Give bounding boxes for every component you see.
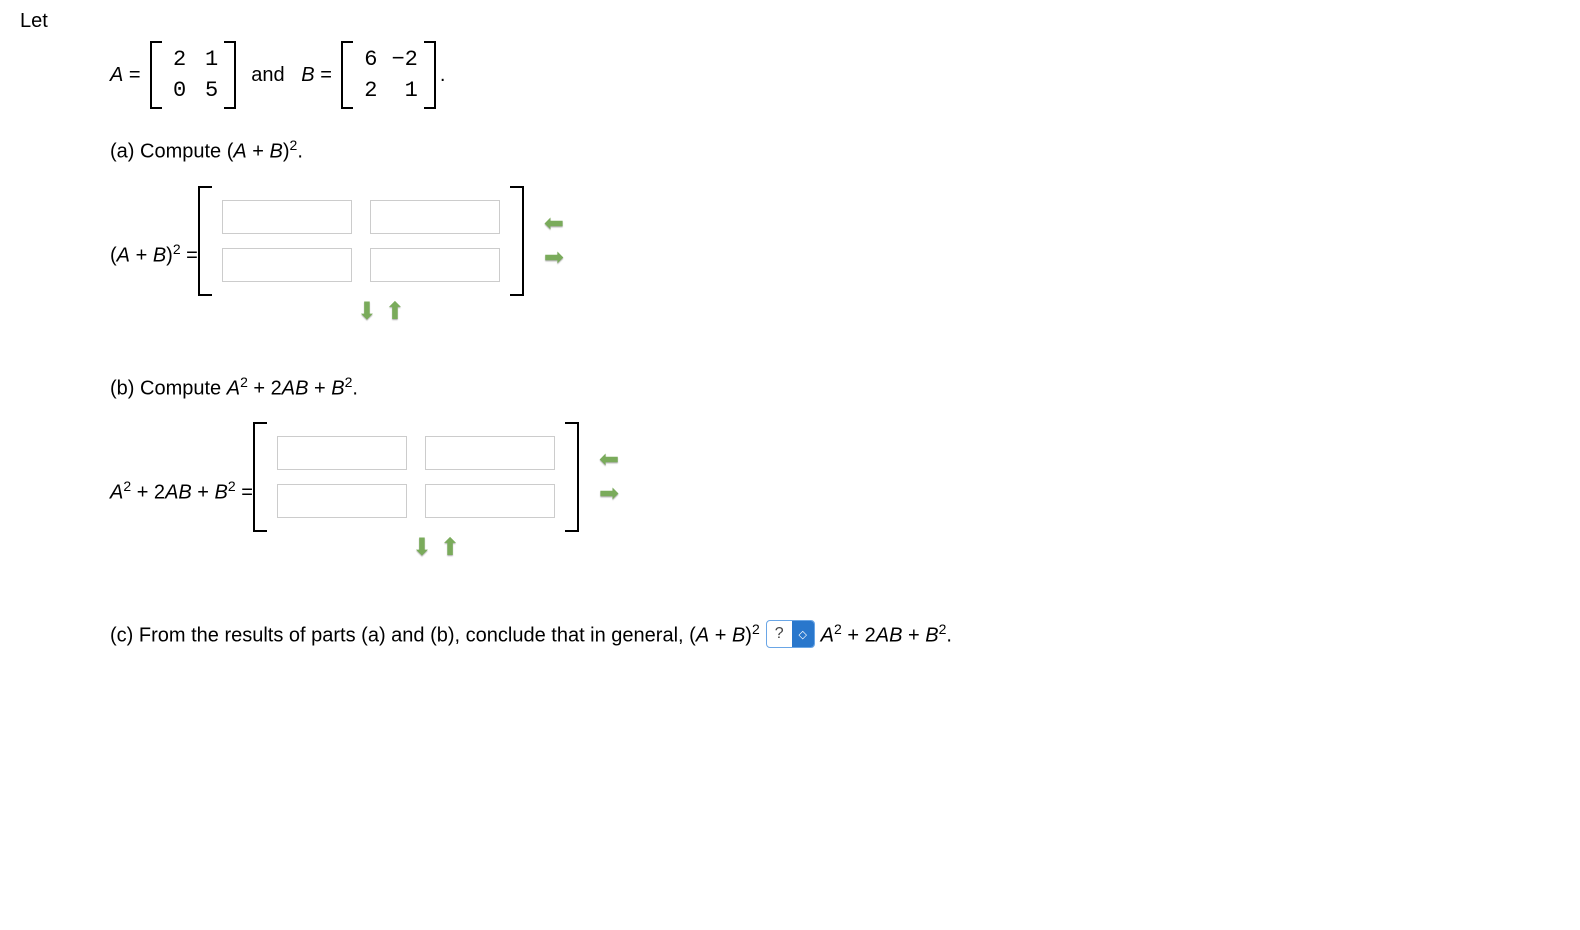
and-text: and bbox=[240, 64, 301, 87]
remove-row-icon[interactable]: ⬆ bbox=[440, 536, 460, 560]
part-a-answer-row: (A + B)2 = ⬅ bbox=[110, 186, 1560, 324]
equals-sign: = bbox=[123, 64, 146, 87]
part-a-input-r2c1[interactable] bbox=[222, 248, 352, 282]
part-b-input-r2c1[interactable] bbox=[277, 484, 407, 518]
part-b-answer-matrix bbox=[253, 422, 579, 532]
add-column-icon[interactable]: ➡ bbox=[599, 482, 619, 506]
intro-text: Let bbox=[20, 10, 1560, 33]
matrix-definition-row: A = 2 1 0 5 and B = 6 −2 bbox=[110, 41, 1560, 109]
part-a-input-r1c2[interactable] bbox=[370, 200, 500, 234]
part-b-input-r2c2[interactable] bbox=[425, 484, 555, 518]
part-a-input-r2c2[interactable] bbox=[370, 248, 500, 282]
var-A: A bbox=[110, 64, 123, 87]
part-a-input-r1c1[interactable] bbox=[222, 200, 352, 234]
part-a-lhs: (A + B)2 = bbox=[110, 241, 198, 268]
matrixA-r2c1: 0 bbox=[168, 78, 186, 103]
remove-column-icon[interactable]: ⬅ bbox=[544, 212, 564, 236]
matrix-B: 6 −2 2 1 bbox=[341, 41, 435, 109]
add-row-icon[interactable]: ⬇ bbox=[357, 300, 377, 324]
part-a-answer-matrix bbox=[198, 186, 524, 296]
add-column-icon[interactable]: ➡ bbox=[544, 246, 564, 270]
part-b-input-r1c2[interactable] bbox=[425, 436, 555, 470]
chevron-updown-icon: ◇ bbox=[792, 621, 814, 647]
matrixB-r1c1: 6 bbox=[359, 47, 377, 72]
part-b-answer-row: A2 + 2AB + B2 = ⬅ bbox=[110, 422, 1560, 560]
matrix-A: 2 1 0 5 bbox=[150, 41, 236, 109]
matrixA-r1c1: 2 bbox=[168, 47, 186, 72]
matrixB-r2c1: 2 bbox=[359, 78, 377, 103]
part-b-lhs: A2 + 2AB + B2 = bbox=[110, 478, 253, 505]
var-B: B bbox=[301, 64, 314, 87]
relation-select[interactable]: ? ◇ bbox=[766, 620, 815, 648]
part-c-row: (c) From the results of parts (a) and (b… bbox=[110, 620, 1560, 648]
add-row-icon[interactable]: ⬇ bbox=[412, 536, 432, 560]
period: . bbox=[440, 64, 446, 87]
remove-column-icon[interactable]: ⬅ bbox=[599, 448, 619, 472]
equals-sign-b: = bbox=[315, 64, 338, 87]
relation-select-placeholder: ? bbox=[767, 625, 792, 643]
matrixA-r2c2: 5 bbox=[200, 78, 218, 103]
part-b-input-r1c1[interactable] bbox=[277, 436, 407, 470]
part-a-label: (a) Compute (A + B)2. bbox=[110, 137, 1560, 164]
matrixB-r1c2: −2 bbox=[391, 47, 417, 72]
matrixA-r1c2: 1 bbox=[200, 47, 218, 72]
remove-row-icon[interactable]: ⬆ bbox=[385, 300, 405, 324]
matrixB-r2c2: 1 bbox=[391, 78, 417, 103]
part-b-label: (b) Compute A2 + 2AB + B2. bbox=[110, 374, 1560, 401]
